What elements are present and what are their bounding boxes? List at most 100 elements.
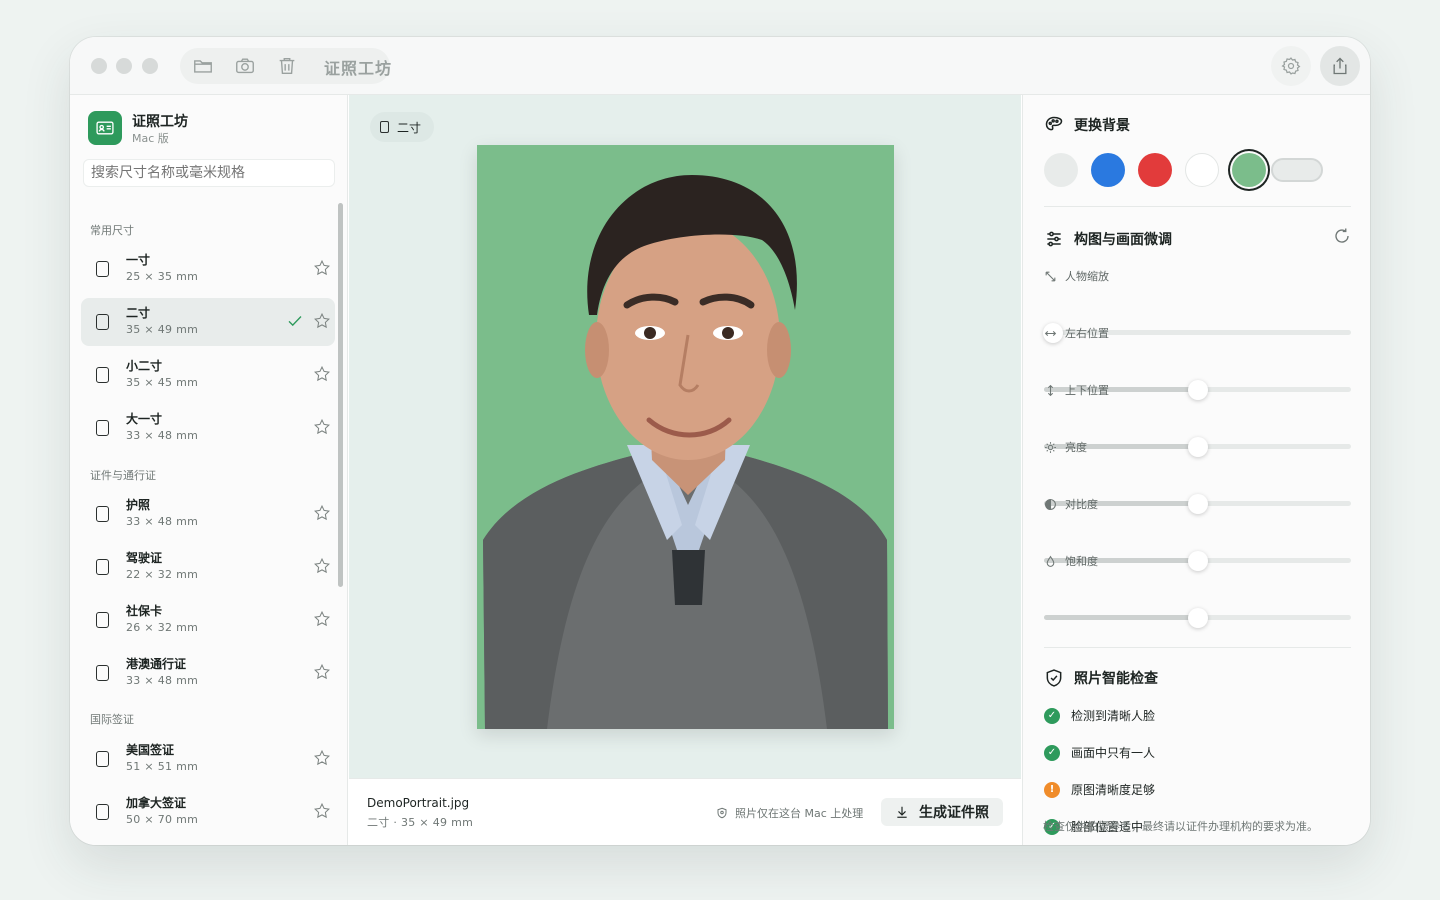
warning-icon: ! [1044,781,1060,798]
resize-icon [1045,271,1056,281]
slider-knob[interactable] [1187,380,1208,400]
camera-icon [236,58,254,74]
settings-button[interactable] [1271,46,1311,86]
app-name: 证照工坊 [132,114,188,130]
id-photo-preview[interactable] [477,145,894,729]
file-name: DemoPortrait.jpg [367,796,470,810]
folder-icon [194,60,212,73]
photo-frame-icon [96,261,109,277]
size-dims: 25 × 35 mm [126,270,199,283]
app-subtitle: Mac 版 [132,132,169,145]
close-window-button[interactable] [91,58,107,74]
check-section-header: 照片智能检查 [1044,668,1158,688]
slider-knob[interactable] [1187,437,1208,457]
divider [1044,206,1351,207]
size-item-hk-macau-permit[interactable]: 港澳通行证 33 × 48 mm [81,649,335,697]
swatch-red[interactable] [1138,153,1172,187]
star-icon[interactable] [313,749,331,767]
shield-check-icon [1046,669,1062,687]
download-icon [897,806,907,818]
open-folder-button[interactable] [190,54,216,78]
size-item-passport[interactable]: 护照 33 × 48 mm [81,490,335,538]
star-icon[interactable] [313,365,331,383]
size-name: 二寸 [126,306,151,320]
generate-photo-button[interactable]: 生成证件照 [881,798,1003,826]
size-dims: 26 × 32 mm [126,621,199,634]
swatch-gray[interactable] [1044,153,1078,187]
size-item-us-visa[interactable]: 美国签证 51 × 51 mm [81,735,335,783]
photo-frame-icon [96,506,109,522]
star-icon[interactable] [313,663,331,681]
custom-color-swatch[interactable] [1271,158,1323,182]
slider-knob[interactable] [1187,608,1208,628]
palette-icon [1045,116,1063,131]
minimize-window-button[interactable] [116,58,132,74]
photo-frame-icon [96,420,109,436]
size-item-driver-license[interactable]: 驾驶证 22 × 32 mm [81,543,335,591]
window-title: 证照工坊 [324,59,393,78]
star-icon[interactable] [313,418,331,436]
app-logo [88,111,122,145]
size-name: 港澳通行证 [126,657,187,671]
vertical-arrows-icon [1047,384,1054,396]
size-name: 社保卡 [126,604,163,618]
size-item-xiaoercun[interactable]: 小二寸 35 × 45 mm [81,351,335,399]
privacy-note: 照片仅在这台 Mac 上处理 [716,805,863,821]
share-button[interactable] [1320,46,1360,86]
photo-frame-icon [96,665,109,681]
reset-icon[interactable] [1333,227,1351,245]
swatch-white[interactable] [1185,153,1219,187]
star-icon[interactable] [313,610,331,628]
saturation-slider[interactable] [1044,608,1351,628]
search-input[interactable] [83,159,335,187]
vertical-position-slider[interactable] [1044,437,1351,457]
size-item-ercun[interactable]: 二寸 35 × 49 mm [81,298,335,346]
zoom-window-button[interactable] [142,58,158,74]
current-size-chip[interactable]: 二寸 [370,112,434,142]
size-item-social-security[interactable]: 社保卡 26 × 32 mm [81,596,335,644]
camera-button[interactable] [232,54,258,78]
portrait-image [483,175,888,729]
size-name: 护照 [126,498,151,512]
photo-frame-icon [96,559,109,575]
privacy-text: 照片仅在这台 Mac 上处理 [735,807,864,820]
size-dims: 22 × 32 mm [126,568,199,581]
section-title: 证件与通行证 [90,469,156,482]
slider-label-horizontal: 左右位置 [1044,325,1109,341]
star-icon[interactable] [313,557,331,575]
star-icon[interactable] [313,259,331,277]
swatch-green[interactable] [1232,153,1266,187]
star-icon[interactable] [313,504,331,522]
star-icon[interactable] [313,312,331,330]
slider-knob[interactable] [1187,494,1208,514]
check-section-title: 照片智能检查 [1074,671,1158,687]
sliders-icon [1047,231,1061,247]
title-bar: 证照工坊 [70,37,1370,95]
size-dims: 35 × 45 mm [126,376,199,389]
divider [1044,647,1351,648]
star-icon[interactable] [313,802,331,820]
photo-frame-icon [96,367,109,383]
photo-frame-icon [96,751,109,767]
size-name: 驾驶证 [126,551,163,565]
slider-label-contrast: 对比度 [1044,496,1098,512]
check-ok-icon: ✓ [1044,744,1060,761]
size-dims: 35 × 49 mm [126,323,199,336]
slider-knob[interactable] [1187,551,1208,571]
sidebar-scrollbar[interactable] [338,203,343,587]
size-name: 大一寸 [126,412,163,426]
photo-frame-icon [380,121,389,133]
size-item-canada-visa[interactable]: 加拿大签证 50 × 70 mm [81,788,335,836]
size-item-dayicun[interactable]: 大一寸 33 × 48 mm [81,404,335,452]
section-title: 国际签证 [90,713,134,726]
size-name: 加拿大签证 [126,796,187,810]
swatch-blue[interactable] [1091,153,1125,187]
disclaimer-text: 检查仅供拍摄参考，最终请以证件办理机构的要求为准。 [1043,820,1318,833]
gear-icon [1281,57,1301,75]
contrast-icon [1045,498,1056,510]
delete-button[interactable] [274,54,300,78]
app-window: 证照工坊 证照工坊 Mac 版 常用尺寸 一寸 25 × 35 mm 二寸 [70,37,1370,845]
size-dims: 33 × 48 mm [126,515,199,528]
size-item-yicun[interactable]: 一寸 25 × 35 mm [81,245,335,293]
horizontal-arrows-icon [1044,330,1057,336]
